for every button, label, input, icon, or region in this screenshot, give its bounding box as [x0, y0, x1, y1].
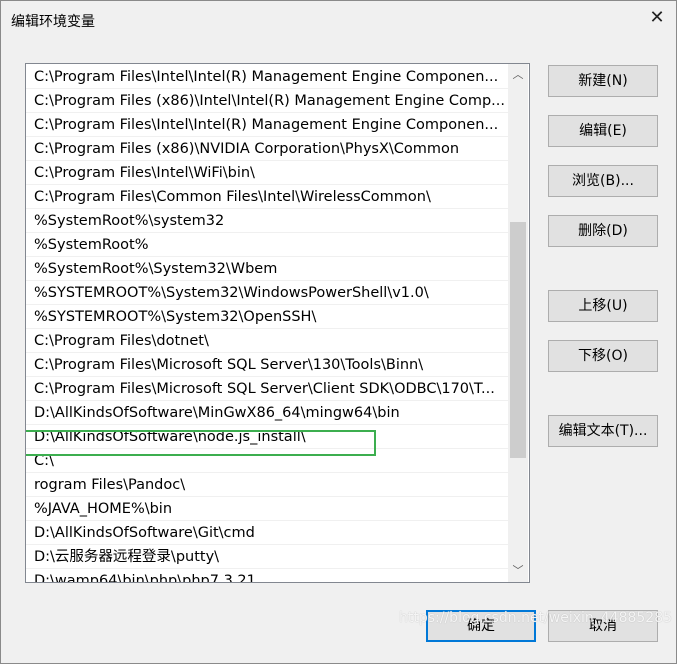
highlight-box	[26, 430, 376, 456]
path-list-item[interactable]: %SYSTEMROOT%\System32\OpenSSH\	[26, 306, 508, 329]
edit-env-var-dialog: 编辑环境变量 ✕ D:\wamp64\bin\php\php7.3.21 D:\云…	[0, 0, 677, 664]
path-list-item[interactable]: C:\Program Files\Microsoft SQL Server\Cl…	[26, 378, 508, 401]
path-list-item[interactable]: %SystemRoot%	[26, 234, 508, 257]
path-list-item[interactable]: %SystemRoot%\System32\Wbem	[26, 258, 508, 281]
scroll-down-icon[interactable]: ﹀	[508, 562, 528, 580]
watermark: https://blog.csdn.net/weixin_44885285	[399, 610, 673, 626]
move-down-button[interactable]: 下移(O)	[548, 340, 658, 372]
path-list-item[interactable]: C:\Program Files\Intel\WiFi\bin\	[26, 162, 508, 185]
path-list-item[interactable]: D:\wamp64\bin\php\php7.3.21	[26, 570, 508, 582]
delete-button[interactable]: 删除(D)	[548, 215, 658, 247]
new-button[interactable]: 新建(N)	[548, 65, 658, 97]
path-list-item[interactable]: %JAVA_HOME%\bin	[26, 498, 508, 521]
dialog-title: 编辑环境变量	[11, 14, 95, 30]
path-list[interactable]: D:\wamp64\bin\php\php7.3.21 D:\云服务器远程登录\p…	[25, 63, 530, 583]
browse-button[interactable]: 浏览(B)...	[548, 165, 658, 197]
path-list-item[interactable]: C:\Program Files (x86)\NVIDIA Corporatio…	[26, 138, 508, 161]
scroll-up-icon[interactable]: ︿	[508, 66, 528, 84]
path-list-item[interactable]: C:\Program Files\Microsoft SQL Server\13…	[26, 354, 508, 377]
path-list-item[interactable]: rogram Files\Pandoc\	[26, 474, 508, 497]
path-list-item[interactable]: C:\Program Files\Common Files\Intel\Wire…	[26, 186, 508, 209]
path-list-item[interactable]: D:\云服务器远程登录\putty\	[26, 546, 508, 569]
edit-button[interactable]: 编辑(E)	[548, 115, 658, 147]
path-list-item[interactable]: %SYSTEMROOT%\System32\WindowsPowerShell\…	[26, 282, 508, 305]
path-list-item[interactable]: C:\Program Files (x86)\Intel\Intel(R) Ma…	[26, 90, 508, 113]
path-list-item[interactable]: %SystemRoot%\system32	[26, 210, 508, 233]
path-list-item[interactable]: C:\Program Files\Intel\Intel(R) Manageme…	[26, 114, 508, 137]
move-up-button[interactable]: 上移(U)	[548, 290, 658, 322]
edit-text-button[interactable]: 编辑文本(T)...	[548, 415, 658, 447]
scrollbar[interactable]: ︿ ﹀	[508, 64, 528, 582]
close-icon[interactable]: ✕	[645, 6, 669, 30]
path-list-item[interactable]: D:\AllKindsOfSoftware\MinGwX86_64\mingw6…	[26, 402, 508, 425]
path-list-item[interactable]: C:\Program Files\Intel\Intel(R) Manageme…	[26, 66, 508, 89]
path-list-item[interactable]: D:\AllKindsOfSoftware\Git\cmd	[26, 522, 508, 545]
path-list-item[interactable]: C:\Program Files\dotnet\	[26, 330, 508, 353]
scrollbar-thumb[interactable]	[510, 222, 526, 458]
